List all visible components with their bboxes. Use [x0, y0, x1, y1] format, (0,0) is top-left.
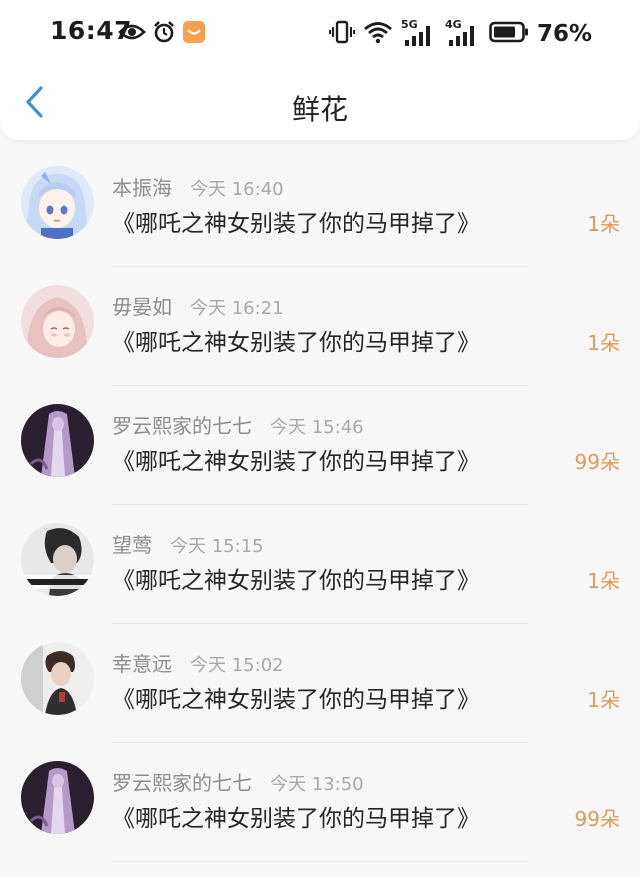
list-item[interactable]: 罗云熙家的七七 今天 15:46 《哪吒之神女别装了你的马甲掉了》 99朵 [0, 386, 640, 505]
status-bar: 16:47 5G 4G 76% [0, 0, 640, 68]
flower-record-list: 本振海 今天 16:40 《哪吒之神女别装了你的马甲掉了》 1朵 毋晏如 今天 … [0, 148, 640, 862]
username[interactable]: 罗云熙家的七七 [112, 410, 252, 439]
battery-percentage: 76% [536, 21, 592, 47]
app-screen: 16:47 5G 4G 76% 鲜花 本振海 今天 16:40 《哪吒之神女别装… [0, 0, 640, 877]
avatar[interactable] [21, 166, 94, 239]
status-left-icons [118, 20, 206, 48]
timestamp: 今天 13:50 [270, 774, 364, 795]
username[interactable]: 本振海 [112, 172, 172, 201]
list-item[interactable]: 本振海 今天 16:40 《哪吒之神女别装了你的马甲掉了》 1朵 [0, 148, 640, 267]
signal-4g-icon: 4G [445, 18, 481, 48]
username[interactable]: 望莺 [112, 529, 152, 558]
avatar[interactable] [21, 761, 94, 834]
item-meta: 毋晏如 今天 16:21 [112, 291, 284, 320]
signal-5g-icon: 5G [401, 18, 437, 48]
book-title[interactable]: 《哪吒之神女别装了你的马甲掉了》 [112, 680, 480, 714]
book-title[interactable]: 《哪吒之神女别装了你的马甲掉了》 [112, 561, 480, 595]
book-title[interactable]: 《哪吒之神女别装了你的马甲掉了》 [112, 323, 480, 357]
avatar[interactable] [21, 642, 94, 715]
page-title: 鲜花 [291, 93, 348, 126]
item-meta: 本振海 今天 16:40 [112, 172, 284, 201]
book-title[interactable]: 《哪吒之神女别装了你的马甲掉了》 [112, 204, 480, 238]
timestamp: 今天 15:15 [170, 536, 264, 557]
item-meta: 幸意远 今天 15:02 [112, 648, 284, 677]
flower-count: 99朵 [574, 450, 620, 474]
avatar[interactable] [21, 404, 94, 477]
item-meta: 罗云熙家的七七 今天 15:46 [112, 410, 364, 439]
timestamp: 今天 15:02 [190, 655, 284, 676]
list-item[interactable]: 罗云熙家的七七 今天 13:50 《哪吒之神女别装了你的马甲掉了》 99朵 [0, 743, 640, 862]
nav-header: 鲜花 [0, 68, 640, 140]
list-item[interactable]: 毋晏如 今天 16:21 《哪吒之神女别装了你的马甲掉了》 1朵 [0, 267, 640, 386]
flower-count: 1朵 [587, 688, 620, 712]
app-notification-icon [182, 20, 206, 48]
vibrate-icon [328, 20, 355, 48]
book-title[interactable]: 《哪吒之神女别装了你的马甲掉了》 [112, 442, 480, 476]
wifi-icon [363, 20, 393, 48]
username[interactable]: 幸意远 [112, 648, 172, 677]
timestamp: 今天 16:21 [190, 298, 284, 319]
item-meta: 罗云熙家的七七 今天 13:50 [112, 767, 364, 796]
avatar[interactable] [21, 523, 94, 596]
divider [112, 861, 528, 862]
eye-icon [118, 22, 146, 46]
flower-count: 1朵 [587, 569, 620, 593]
timestamp: 今天 16:40 [190, 179, 284, 200]
flower-count: 1朵 [587, 212, 620, 236]
list-item[interactable]: 幸意远 今天 15:02 《哪吒之神女别装了你的马甲掉了》 1朵 [0, 624, 640, 743]
timestamp: 今天 15:46 [270, 417, 364, 438]
username[interactable]: 罗云熙家的七七 [112, 767, 252, 796]
username[interactable]: 毋晏如 [112, 291, 172, 320]
status-right-icons: 5G 4G 76% [328, 18, 592, 50]
book-title[interactable]: 《哪吒之神女别装了你的马甲掉了》 [112, 799, 480, 833]
avatar[interactable] [21, 285, 94, 358]
list-item[interactable]: 望莺 今天 15:15 《哪吒之神女别装了你的马甲掉了》 1朵 [0, 505, 640, 624]
item-meta: 望莺 今天 15:15 [112, 529, 264, 558]
flower-count: 99朵 [574, 807, 620, 831]
flower-count: 1朵 [587, 331, 620, 355]
battery-icon [489, 21, 529, 47]
alarm-clock-icon [152, 20, 176, 48]
